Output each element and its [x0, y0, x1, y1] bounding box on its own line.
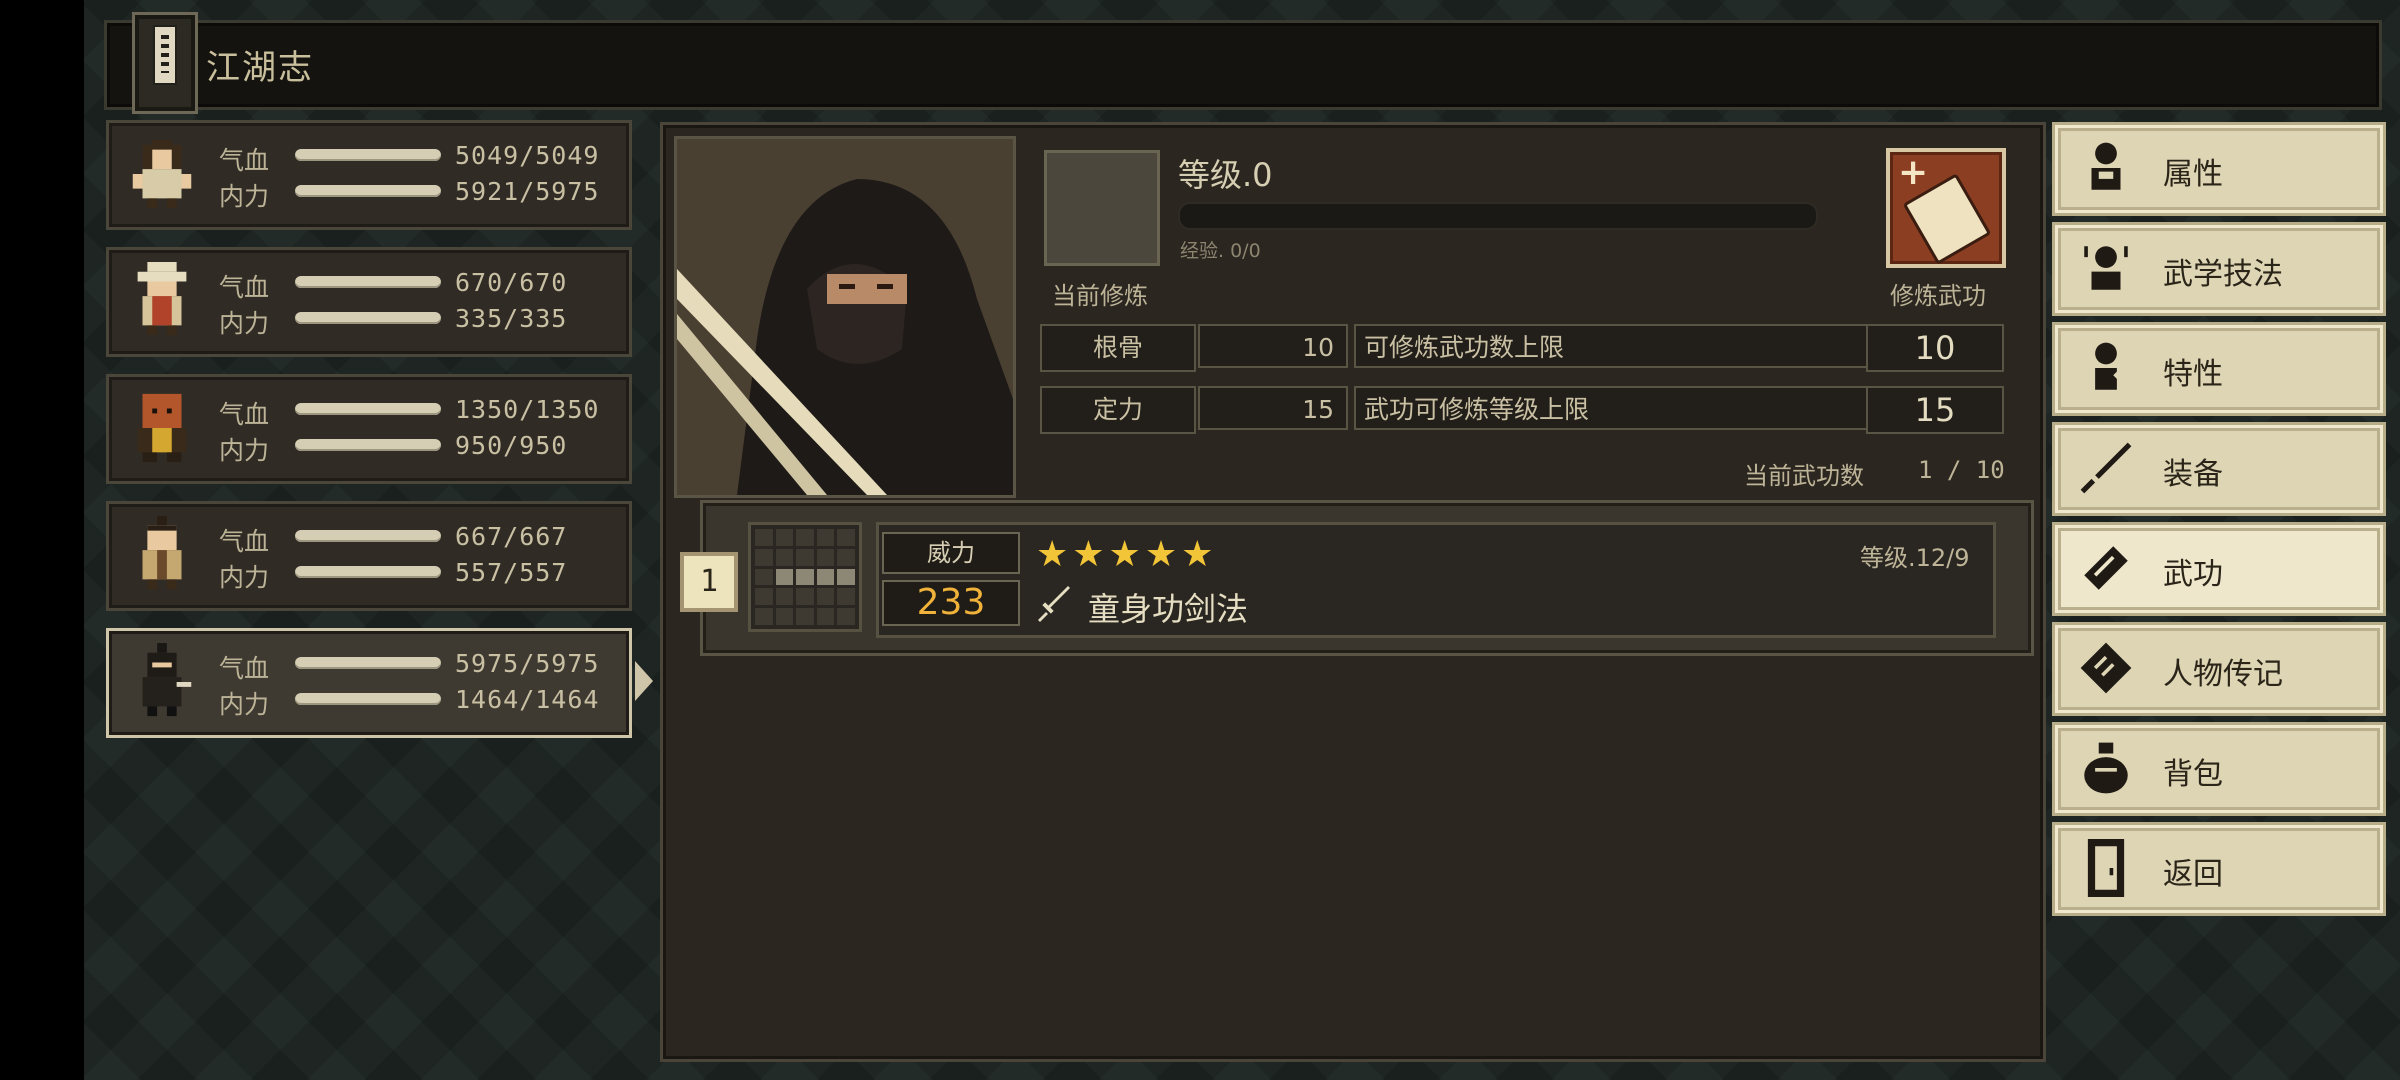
character-card[interactable]: 气血 670/670 内力 335/335: [106, 247, 632, 357]
attribute-desc: 武功可修炼等级上限: [1354, 386, 1902, 430]
menu-label: 返回: [2163, 857, 2223, 892]
character-card[interactable]: 气血 1350/1350 内力 950/950: [106, 374, 632, 484]
character-portrait: [674, 136, 1016, 498]
attribute-value: 15: [1198, 386, 1348, 430]
mp-label: 内力: [219, 436, 270, 465]
hp-label: 气血: [219, 400, 270, 429]
mp-value: 335/335: [455, 304, 568, 333]
skill-shape-grid: [748, 522, 862, 632]
power-value: 233: [882, 580, 1020, 626]
door-return-icon: [2087, 839, 2125, 897]
mp-bar: [295, 693, 441, 705]
train-martial-button[interactable]: +: [1886, 148, 2006, 268]
title-bar: [104, 20, 2382, 110]
attribute-limit: 10: [1866, 324, 2004, 372]
attribute-limit: 15: [1866, 386, 2004, 434]
star-rating: ★★★★★: [1036, 534, 1218, 575]
hp-label: 气血: [219, 527, 270, 556]
menu-label: 人物传记: [2163, 657, 2283, 692]
character-avatar: [137, 262, 187, 336]
menu-attributes-button[interactable]: 属性: [2052, 122, 2386, 216]
skill-count-value: 1 / 10: [1918, 456, 2005, 484]
menu-traits-button[interactable]: 特性: [2052, 322, 2386, 416]
attribute-name: 根骨: [1040, 324, 1196, 372]
hp-bar: [295, 530, 441, 542]
character-avatar: [132, 139, 192, 209]
menu-biography-button[interactable]: 人物传记: [2052, 622, 2386, 716]
current-training-slot[interactable]: [1044, 150, 1160, 266]
hp-bar: [295, 403, 441, 415]
person-attributes-icon: [2091, 142, 2121, 190]
attribute-row: 定力 15 武功可修炼等级上限 15: [1040, 386, 2004, 436]
mp-value: 557/557: [455, 558, 568, 587]
mp-label: 内力: [219, 182, 270, 211]
mp-bar: [295, 312, 441, 324]
mp-bar: [295, 566, 441, 578]
sword-icon: [1038, 586, 1070, 622]
exp-bar: [1178, 202, 1818, 230]
mp-value: 1464/1464: [455, 685, 600, 714]
mp-value: 950/950: [455, 431, 568, 460]
hp-value: 667/667: [455, 522, 568, 551]
attribute-value: 10: [1198, 324, 1348, 368]
menu-martial-technique-button[interactable]: 武学技法: [2052, 222, 2386, 316]
character-card-selected[interactable]: 气血 5975/5975 内力 1464/1464: [106, 628, 653, 738]
traits-icon: [2095, 342, 2128, 390]
attribute-row: 根骨 10 可修炼武功数上限 10: [1040, 324, 2004, 374]
martial-technique-icon: [2084, 246, 2128, 290]
mp-bar: [295, 185, 441, 197]
hp-value: 5975/5975: [455, 649, 600, 678]
mp-label: 内力: [219, 690, 270, 719]
character-card[interactable]: 气血 667/667 内力 557/557: [106, 501, 632, 611]
page-title: 江湖志: [206, 48, 314, 88]
biography-scroll-icon: [2080, 642, 2132, 694]
attribute-name: 定力: [1040, 386, 1196, 434]
mp-label: 内力: [219, 563, 270, 592]
menu-equipment-button[interactable]: 装备: [2052, 422, 2386, 516]
train-martial-label: 修炼武功: [1890, 282, 1986, 310]
book-martial-icon: [2084, 546, 2128, 590]
menu-label: 背包: [2163, 757, 2223, 792]
hp-label: 气血: [219, 273, 270, 302]
hp-label: 气血: [219, 146, 270, 175]
book-icon: [132, 12, 198, 114]
mp-value: 5921/5975: [455, 177, 600, 206]
mp-label: 内力: [219, 309, 270, 338]
hp-bar: [295, 149, 441, 161]
bag-icon: [2084, 742, 2128, 794]
character-avatar: [142, 643, 192, 717]
skill-count-label: 当前武功数: [1744, 462, 1864, 490]
power-label: 威力: [882, 532, 1020, 574]
plus-icon: +: [1898, 152, 1929, 193]
current-training-label: 当前修炼: [1052, 282, 1148, 310]
exp-label: 经验. 0/0: [1180, 240, 1261, 262]
character-avatar: [137, 393, 187, 463]
hp-bar: [295, 657, 441, 669]
menu-return-button[interactable]: 返回: [2052, 822, 2386, 916]
hp-value: 670/670: [455, 268, 568, 297]
menu-label: 装备: [2163, 457, 2223, 492]
training-level: 等级.0: [1178, 156, 1273, 194]
menu-label: 特性: [2163, 357, 2223, 392]
character-avatar: [142, 516, 182, 590]
menu-label: 武学技法: [2163, 257, 2283, 292]
menu-bag-button[interactable]: 背包: [2052, 722, 2386, 816]
hp-value: 5049/5049: [455, 141, 600, 170]
hp-label: 气血: [219, 654, 270, 683]
hp-value: 1350/1350: [455, 395, 600, 424]
menu-martial-arts-button[interactable]: 武功: [2052, 522, 2386, 616]
selected-arrow-icon: [635, 661, 653, 701]
hp-bar: [295, 276, 441, 288]
skill-level: 等级.12/9: [1860, 544, 1970, 572]
character-card[interactable]: 气血 5049/5049 内力 5921/5975: [106, 120, 632, 230]
sword-equipment-icon: [2080, 442, 2132, 494]
menu-label: 武功: [2163, 557, 2223, 592]
skill-index-badge: 1: [680, 552, 738, 612]
attribute-desc: 可修炼武功数上限: [1354, 324, 1902, 368]
skill-name: 童身功剑法: [1088, 590, 1249, 628]
mp-bar: [295, 439, 441, 451]
menu-label: 属性: [2163, 157, 2223, 192]
